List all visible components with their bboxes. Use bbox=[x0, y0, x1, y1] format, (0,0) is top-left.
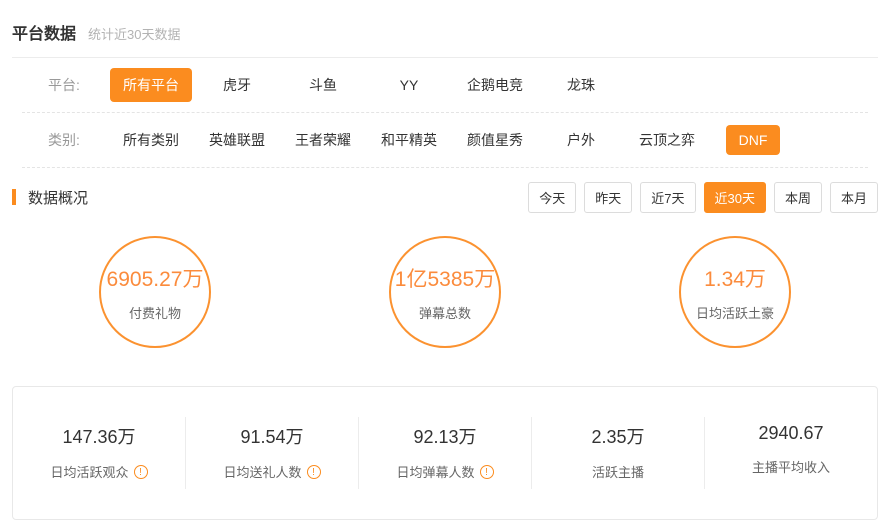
stat-label-row: 日均弹幕人数 ! bbox=[359, 462, 531, 481]
time-tab[interactable]: 昨天 bbox=[584, 181, 633, 213]
stat-label-row: 活跃主播 bbox=[532, 462, 704, 481]
filter-item[interactable]: 英雄联盟 bbox=[203, 123, 271, 157]
platform-data-page: 平台数据 统计近30天数据 平台: 所有平台 虎牙 斗鱼 YY 企鹅电竞 龙珠 … bbox=[0, 0, 890, 520]
filter-item[interactable]: DNF bbox=[725, 125, 781, 155]
page-title: 平台数据 bbox=[12, 26, 77, 43]
metric-circle: 1亿5385万 弹幕总数 bbox=[389, 236, 501, 348]
filter-item-slot: 颜值星秀 bbox=[452, 123, 538, 157]
page-subtitle: 统计近30天数据 bbox=[88, 27, 181, 42]
filter-row-label: 平台: bbox=[48, 77, 80, 93]
time-tab[interactable]: 本月 bbox=[829, 181, 878, 213]
time-tab[interactable]: 本周 bbox=[773, 181, 822, 213]
filter-item-slot: 所有类别 bbox=[108, 123, 194, 157]
filter-item-slot: YY bbox=[366, 68, 452, 102]
metric-circle: 6905.27万 付费礼物 bbox=[99, 236, 211, 348]
filter-item[interactable]: 虎牙 bbox=[217, 68, 257, 102]
metric-value: 1亿5385万 bbox=[394, 267, 496, 291]
stat-item: 2940.67 主播平均收入 bbox=[705, 417, 877, 489]
metric-circle-wrap: 1亿5385万 弹幕总数 bbox=[300, 236, 590, 348]
filter-row: 平台: 所有平台 虎牙 斗鱼 YY 企鹅电竞 龙珠 bbox=[22, 58, 868, 113]
filter-item-slot: 斗鱼 bbox=[280, 68, 366, 102]
filter-item[interactable]: 所有类别 bbox=[117, 123, 185, 157]
stat-item: 91.54万 日均送礼人数 ! bbox=[186, 417, 359, 489]
metric-circle-wrap: 1.34万 日均活跃土豪 bbox=[590, 236, 880, 348]
filter-item-slot: 户外 bbox=[538, 123, 624, 157]
stat-label: 日均活跃观众 bbox=[50, 465, 129, 480]
stat-label: 活跃主播 bbox=[591, 465, 644, 480]
metric-label: 弹幕总数 bbox=[418, 305, 471, 321]
filter-item[interactable]: 龙珠 bbox=[561, 68, 601, 102]
section-title: 数据概况 bbox=[28, 189, 89, 207]
stat-item: 92.13万 日均弹幕人数 ! bbox=[359, 417, 532, 489]
stat-label: 日均弹幕人数 bbox=[396, 465, 475, 480]
overview-section-head: 数据概况 今天 昨天 近7天 近30天 本周 本月 bbox=[0, 168, 890, 226]
filter-row-label: 类别: bbox=[48, 132, 80, 148]
filter-item-slot: DNF bbox=[710, 123, 796, 157]
metric-label: 付费礼物 bbox=[128, 305, 181, 321]
filter-item[interactable]: 所有平台 bbox=[110, 68, 192, 102]
filter-item-slot: 英雄联盟 bbox=[194, 123, 280, 157]
stat-value: 2940.67 bbox=[758, 423, 824, 443]
stat-label: 主播平均收入 bbox=[751, 460, 830, 475]
stat-label-row: 日均活跃观众 ! bbox=[13, 462, 185, 481]
stat-value: 91.54万 bbox=[240, 427, 304, 447]
stat-label-row: 日均送礼人数 ! bbox=[186, 462, 358, 481]
filter-item-slot: 龙珠 bbox=[538, 68, 624, 102]
filter-item[interactable]: 颜值星秀 bbox=[461, 123, 529, 157]
filter-item[interactable]: 王者荣耀 bbox=[289, 123, 357, 157]
time-tab[interactable]: 今天 bbox=[528, 181, 577, 213]
filter-item[interactable]: 企鹅电竞 bbox=[461, 68, 529, 102]
stat-item: 2.35万 活跃主播 bbox=[532, 417, 705, 489]
info-icon[interactable]: ! bbox=[306, 464, 321, 479]
filter-item[interactable]: 户外 bbox=[561, 123, 601, 157]
info-icon[interactable]: ! bbox=[479, 464, 494, 479]
info-icon[interactable]: ! bbox=[133, 464, 148, 479]
filter-item-slot: 王者荣耀 bbox=[280, 123, 366, 157]
metric-circle-wrap: 6905.27万 付费礼物 bbox=[10, 236, 300, 348]
filter-row: 类别: 所有类别 英雄联盟 王者荣耀 和平精英 颜值星秀 户外 云顶之弈 DNF bbox=[22, 113, 868, 168]
time-range-tabs: 今天 昨天 近7天 近30天 本周 本月 bbox=[528, 181, 878, 213]
filter-item[interactable]: 斗鱼 bbox=[303, 68, 343, 102]
time-tab[interactable]: 近30天 bbox=[703, 181, 766, 213]
metric-label: 日均活跃土豪 bbox=[695, 305, 774, 321]
page-header: 平台数据 统计近30天数据 bbox=[0, 0, 890, 57]
stat-value: 92.13万 bbox=[413, 427, 477, 447]
stat-label: 日均送礼人数 bbox=[223, 465, 302, 480]
stat-value: 147.36万 bbox=[62, 427, 136, 447]
filter-item-slot: 虎牙 bbox=[194, 68, 280, 102]
filter-section: 平台: 所有平台 虎牙 斗鱼 YY 企鹅电竞 龙珠 类别: 所有类别 英雄联盟 … bbox=[0, 58, 890, 168]
metric-value: 6905.27万 bbox=[106, 267, 204, 291]
filter-item[interactable]: 和平精英 bbox=[375, 123, 443, 157]
metric-value: 1.34万 bbox=[704, 267, 766, 291]
stat-label-row: 主播平均收入 bbox=[705, 457, 877, 476]
filter-item-slot: 和平精英 bbox=[366, 123, 452, 157]
filter-item-slot: 企鹅电竞 bbox=[452, 68, 538, 102]
filter-item-slot: 所有平台 bbox=[108, 68, 194, 102]
filter-item[interactable]: 云顶之弈 bbox=[633, 123, 701, 157]
stats-box: 147.36万 日均活跃观众 ! 91.54万 日均送礼人数 ! 92.13万 … bbox=[12, 386, 878, 520]
filter-items: 所有类别 英雄联盟 王者荣耀 和平精英 颜值星秀 户外 云顶之弈 DNF bbox=[108, 123, 796, 157]
filter-items: 所有平台 虎牙 斗鱼 YY 企鹅电竞 龙珠 bbox=[108, 68, 624, 102]
metric-circle: 1.34万 日均活跃土豪 bbox=[679, 236, 791, 348]
summary-circles: 6905.27万 付费礼物 1亿5385万 弹幕总数 1.34万 日均活跃土豪 bbox=[0, 226, 890, 348]
filter-item[interactable]: YY bbox=[394, 70, 425, 100]
filter-item-slot: 云顶之弈 bbox=[624, 123, 710, 157]
stat-item: 147.36万 日均活跃观众 ! bbox=[13, 417, 186, 489]
stat-value: 2.35万 bbox=[591, 427, 645, 447]
section-accent-bar bbox=[12, 189, 16, 205]
time-tab[interactable]: 近7天 bbox=[640, 181, 696, 213]
